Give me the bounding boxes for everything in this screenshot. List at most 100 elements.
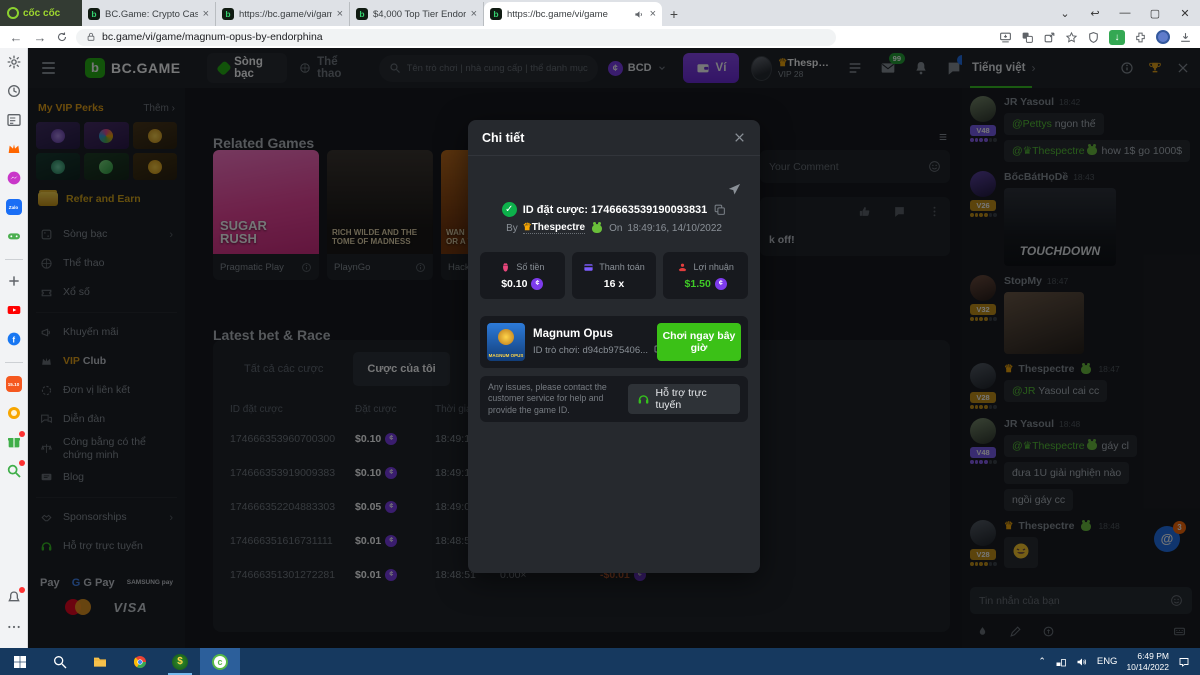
headset-icon (637, 393, 650, 406)
rail-divider (5, 259, 23, 260)
bag-icon (500, 262, 511, 273)
system-tray: ⌃ ENG 6:49 PM10/14/2022 (1038, 651, 1200, 672)
tab-close-icon[interactable]: × (650, 8, 656, 20)
bet-user[interactable]: ♛Thespectre (523, 222, 585, 234)
copy-icon[interactable] (713, 203, 726, 216)
game-info-box: MAGNUM OPUS Magnum Opus ID trò chơi: d94… (480, 316, 748, 368)
browser-tabstrip: cốc cốc bBC.Game: Crypto Casino Gan×bhtt… (0, 0, 1200, 26)
bet-stats: Số tiền $0.10 ¢ Thanh toán 16 x Lợi nhuận $1.… (480, 252, 748, 299)
download-page-icon[interactable] (999, 31, 1012, 44)
language-indicator[interactable]: ENG (1097, 656, 1118, 667)
on-label: On (609, 223, 622, 234)
support-box: Any issues, please contact the customer … (480, 376, 748, 422)
settings-icon[interactable] (6, 54, 22, 70)
rewards-icon[interactable] (6, 405, 22, 421)
coccoc-shop-icon[interactable]: 15.10 (6, 376, 22, 392)
tab-close-icon[interactable]: × (337, 8, 343, 20)
profile-avatar[interactable] (1156, 30, 1170, 44)
share-page-icon[interactable] (1043, 31, 1056, 44)
svg-text:f: f (12, 335, 15, 344)
messenger-icon[interactable] (6, 170, 22, 186)
money-app-icon[interactable]: $ (160, 648, 200, 675)
stat-box: Lợi nhuận $1.50 ¢ (663, 252, 748, 299)
stat-value: $0.10 ¢ (501, 278, 543, 290)
hand-icon (677, 262, 688, 273)
browser-tab[interactable]: bhttps://bc.game/vi/game/the× (216, 2, 350, 26)
coccoc-download-button[interactable]: ↓ (1109, 30, 1125, 45)
stat-label: Số tiền (516, 262, 544, 272)
new-tab-button[interactable]: + (662, 2, 686, 26)
tab-favicon: b (222, 8, 234, 20)
promo-search-icon[interactable] (6, 463, 22, 479)
add-icon[interactable] (6, 273, 22, 289)
zalo-icon[interactable]: Zalo (6, 199, 22, 215)
browser-tab[interactable]: bBC.Game: Crypto Casino Gan× (82, 2, 216, 26)
game-name: Magnum Opus (533, 328, 649, 340)
games-icon[interactable] (6, 228, 22, 244)
tab-close-icon[interactable]: × (203, 8, 209, 20)
crown-icon[interactable] (6, 141, 22, 157)
stat-value: $1.50 ¢ (685, 278, 727, 290)
taskbar: $ c ⌃ ENG 6:49 PM10/14/2022 (0, 648, 1200, 675)
play-now-button[interactable]: Chơi ngay bây giờ (657, 323, 741, 361)
shield-icon[interactable] (1087, 31, 1100, 44)
chrome-icon[interactable] (120, 648, 160, 675)
frog-emoji (592, 224, 602, 233)
browser-tab[interactable]: bhttps://bc.game/vi/game× (484, 2, 662, 26)
bookmark-star-icon[interactable] (1065, 31, 1078, 44)
tab-audio-icon[interactable] (634, 9, 645, 20)
bet-by-row: By ♛Thespectre On 18:49:16, 14/10/2022 (468, 222, 760, 234)
youtube-icon[interactable] (6, 302, 22, 318)
recent-tabs-icon[interactable]: ↩ (1080, 7, 1110, 20)
notification-dot (19, 460, 25, 466)
stat-label-row: Lợi nhuận (677, 262, 733, 273)
facebook-icon[interactable]: f (6, 331, 22, 347)
modal-title: Chi tiết (482, 131, 524, 145)
maximize-button[interactable]: ▢ (1140, 7, 1170, 20)
support-button[interactable]: Hỗ trợ trực tuyến (628, 384, 740, 414)
bet-id-row: ✓ ID đặt cược: 1746663539190093831 (468, 202, 760, 217)
start-button[interactable] (0, 648, 40, 675)
back-button[interactable]: ← (8, 30, 24, 45)
volume-icon[interactable] (1076, 656, 1088, 668)
reload-button[interactable] (56, 31, 68, 43)
taskbar-search[interactable] (40, 648, 80, 675)
modal-close-icon[interactable] (733, 131, 746, 144)
extensions-icon[interactable] (1134, 31, 1147, 44)
taskbar-clock[interactable]: 6:49 PM10/14/2022 (1126, 651, 1169, 672)
url-bar[interactable]: bc.game/vi/game/magnum-opus-by-endorphin… (76, 29, 836, 46)
reading-list-icon[interactable] (6, 112, 22, 128)
coccoc-app-icon[interactable]: c (200, 648, 240, 675)
minimize-button[interactable]: — (1110, 7, 1140, 19)
game-thumbnail[interactable]: MAGNUM OPUS (487, 323, 525, 361)
downloads-icon[interactable] (1179, 31, 1192, 44)
notification-dot (19, 587, 25, 593)
window-controls: ⌄ ↩ — ▢ ✕ (1050, 0, 1200, 26)
share-icon[interactable] (727, 182, 742, 197)
rail-bell-icon[interactable] (6, 590, 22, 606)
history-icon[interactable] (6, 83, 22, 99)
tab-close-icon[interactable]: × (471, 8, 477, 20)
tab-favicon: b (490, 8, 502, 20)
notification-icon[interactable] (1178, 656, 1190, 668)
forward-button[interactable]: → (32, 30, 48, 45)
more-icon[interactable] (6, 619, 22, 635)
file-explorer-icon[interactable] (80, 648, 120, 675)
card-icon (583, 262, 594, 273)
network-icon[interactable] (1055, 656, 1067, 668)
bet-id-text: ID đặt cược: 1746663539190093831 (523, 204, 708, 216)
coccoc-shop-icon[interactable]: 15.10 (6, 376, 22, 392)
tab-list: bBC.Game: Crypto Casino Gan×bhttps://bc.… (82, 2, 662, 26)
tab-search-icon[interactable]: ⌄ (1050, 7, 1080, 20)
stat-value: 16 x (604, 278, 624, 290)
close-button[interactable]: ✕ (1170, 7, 1200, 20)
translate-icon[interactable] (1021, 31, 1034, 44)
tab-favicon: b (356, 8, 368, 20)
gift-icon[interactable] (6, 434, 22, 450)
stat-label-row: Thanh toán (583, 262, 645, 273)
browser-tab[interactable]: b $4,000 Top Tier Endorphina × (350, 2, 484, 26)
tray-expand-icon[interactable]: ⌃ (1038, 656, 1046, 667)
zalo-icon[interactable]: Zalo (6, 199, 22, 215)
tab-title: $4,000 Top Tier Endorphina (373, 9, 466, 20)
lion-icon (498, 329, 514, 345)
